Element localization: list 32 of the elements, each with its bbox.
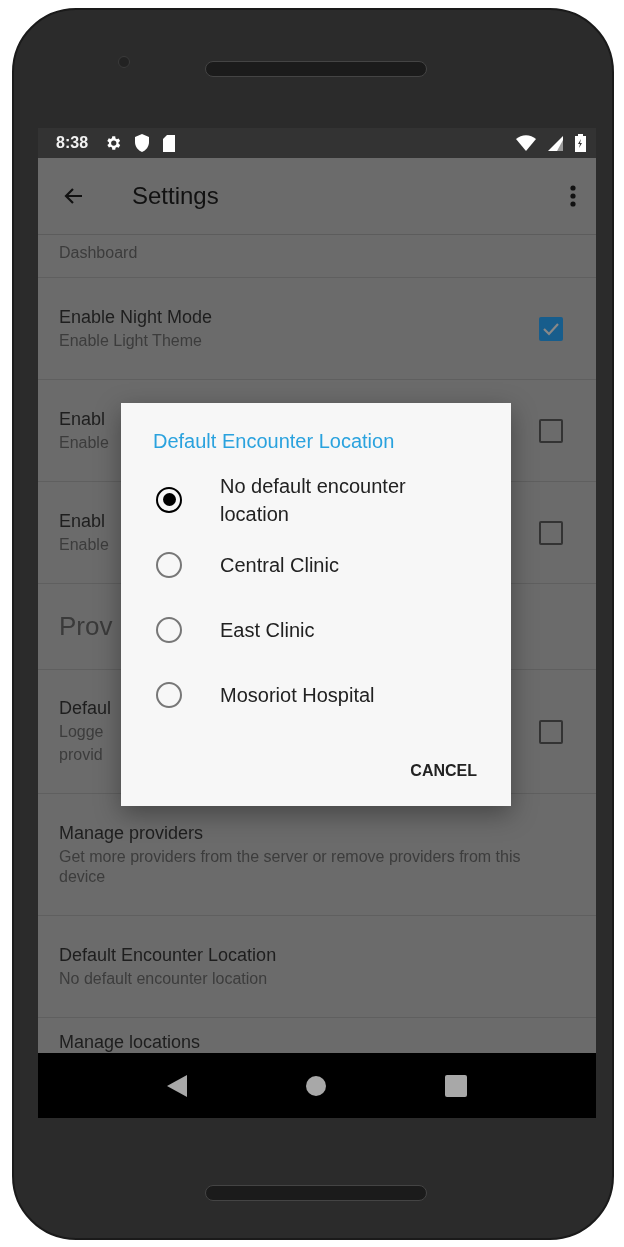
setting-title: Default Encounter Location: [59, 944, 277, 966]
sd-card-icon: [162, 134, 177, 152]
screen-title: Settings: [132, 182, 220, 210]
radio-option[interactable]: No default encounter location: [153, 467, 479, 532]
setting-title: Enabl: [59, 408, 106, 430]
radio-option[interactable]: Central Clinic: [153, 532, 479, 597]
checkbox[interactable]: [539, 418, 563, 443]
dialog-title: Default Encounter Location: [153, 430, 396, 453]
checkbox[interactable]: [539, 719, 563, 744]
radio-button[interactable]: [156, 616, 182, 643]
setting-title: Defaul: [59, 698, 112, 719]
home-circle-icon[interactable]: [306, 1075, 326, 1096]
status-time: 8:38: [56, 134, 89, 152]
radio-option[interactable]: Mosoriot Hospital: [153, 662, 479, 727]
shield-icon: [134, 134, 151, 152]
more-options-icon[interactable]: [570, 185, 576, 207]
signal-icon: [548, 135, 563, 151]
radio-button[interactable]: [156, 551, 182, 578]
setting-title: Manage providers: [59, 822, 204, 844]
checkbox[interactable]: [539, 316, 563, 341]
radio-button[interactable]: [156, 681, 182, 708]
radio-option[interactable]: East Clinic: [153, 597, 479, 662]
wifi-icon: [516, 135, 536, 151]
back-triangle-icon[interactable]: [167, 1074, 188, 1097]
setting-title: Manage locations: [59, 1032, 201, 1053]
cancel-button[interactable]: CANCEL: [408, 754, 479, 788]
recents-square-icon[interactable]: [444, 1074, 467, 1097]
radio-button[interactable]: [156, 486, 182, 513]
checkbox[interactable]: [539, 520, 563, 545]
setting-title: Enable Night Mode: [59, 306, 213, 328]
battery-icon: [575, 134, 586, 152]
setting-title: Enabl: [59, 510, 106, 532]
